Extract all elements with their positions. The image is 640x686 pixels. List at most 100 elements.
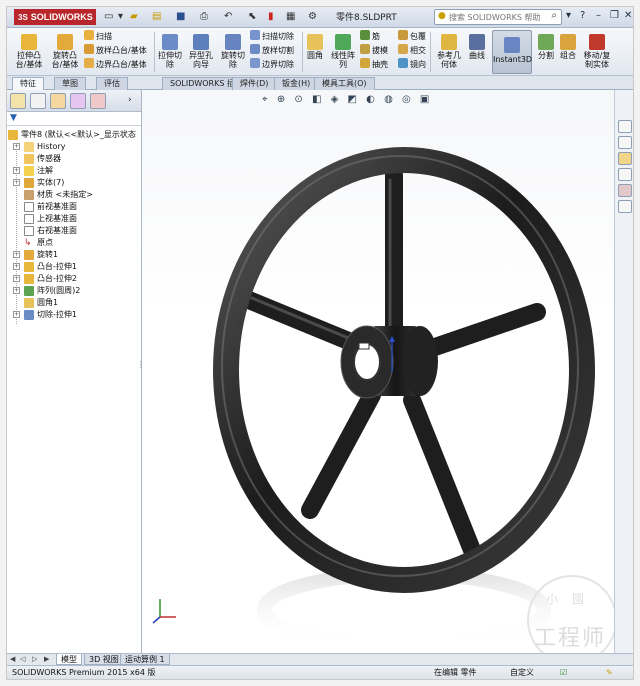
restore-icon[interactable]: ❐ <box>610 10 619 21</box>
lofted-cut-button[interactable]: 放样切割 <box>250 44 294 57</box>
boundary-boss-button[interactable]: 边界凸台/基体 <box>84 58 147 71</box>
open-folder-icon[interactable]: ▤ <box>152 10 161 24</box>
loft-button[interactable]: 放样凸台/基体 <box>84 44 147 57</box>
extrude-cut-button[interactable]: 拉伸切除 <box>156 34 184 69</box>
tree-root[interactable]: 零件8 (默认<<默认>_显示状态 <box>6 129 141 141</box>
options-icon[interactable]: ⚙ <box>308 10 317 24</box>
save-icon[interactable]: ■ <box>176 10 185 24</box>
ref-geometry-button[interactable]: 参考几何体 <box>434 34 464 69</box>
display-manager-tab-icon[interactable] <box>90 93 106 109</box>
minimize-icon[interactable]: – <box>596 10 601 21</box>
tree-item-solid-bodies[interactable]: + 实体(7) <box>6 177 141 189</box>
expand-toggle[interactable]: + <box>13 143 20 150</box>
close-icon[interactable]: ✕ <box>624 10 632 21</box>
panel-expand-icon[interactable]: › <box>128 95 132 105</box>
tree-item-fillet1[interactable]: 圆角1 <box>6 297 141 309</box>
print-icon[interactable]: ⎙ <box>200 10 208 24</box>
feature-tree-tab-icon[interactable] <box>10 93 26 109</box>
tab-model[interactable]: 模型 <box>56 654 82 665</box>
tab-sketch[interactable]: 草图 <box>54 77 86 90</box>
tree-item-annotations[interactable]: + 注解 <box>6 165 141 177</box>
units-label[interactable]: 自定义 <box>510 666 534 680</box>
new-dropdown-icon[interactable]: ▾ <box>118 10 123 24</box>
solidworks-resources-icon[interactable] <box>618 120 632 133</box>
tree-item-material[interactable]: 材质 <未指定> <box>6 189 141 201</box>
solidworks-logo[interactable]: 3S SOLIDWORKS <box>14 9 96 25</box>
configuration-tab-icon[interactable] <box>50 93 66 109</box>
handwheel-model[interactable] <box>142 90 614 653</box>
hole-wizard-button[interactable]: 异型孔向导 <box>186 34 216 69</box>
next-tab-arrow-icon[interactable]: ▷ <box>32 654 37 665</box>
tree-item-boss-extrude1[interactable]: + 凸台-拉伸1 <box>6 261 141 273</box>
tree-item-origin[interactable]: ↳ 原点 <box>6 237 141 249</box>
custom-properties-icon[interactable] <box>618 200 632 213</box>
tree-item-revolve1[interactable]: + 旋转1 <box>6 249 141 261</box>
expand-toggle[interactable]: + <box>13 275 20 282</box>
mirror-button[interactable]: 镜向 <box>398 58 426 71</box>
quick-tips-icon[interactable]: ✎ <box>606 666 613 680</box>
design-library-icon[interactable] <box>618 136 632 149</box>
tab-sheetmetal[interactable]: 钣金(H) <box>274 77 319 90</box>
tree-item-top-plane[interactable]: 上视基准面 <box>6 213 141 225</box>
wrap-button[interactable]: 包覆 <box>398 30 426 43</box>
expand-toggle[interactable]: + <box>13 311 20 318</box>
help-icon[interactable]: ? <box>580 10 585 21</box>
linear-pattern-button[interactable]: 线性阵列 <box>328 34 358 69</box>
sweep-button[interactable]: 扫描 <box>84 30 112 43</box>
rebuild-status-icon[interactable]: ☑ <box>560 666 567 680</box>
rib-button[interactable]: 筋 <box>360 30 380 43</box>
tree-item-sensors[interactable]: 传感器 <box>6 153 141 165</box>
search-dropdown-icon[interactable]: ▾ <box>566 10 571 21</box>
undo-icon[interactable]: ↶ <box>224 10 232 24</box>
rebuild-icon[interactable]: ▮ <box>268 10 274 24</box>
revolve-cut-button[interactable]: 旋转切除 <box>218 34 248 69</box>
open-icon[interactable]: ▰ <box>130 10 138 24</box>
tab-weldments[interactable]: 焊件(D) <box>232 77 277 90</box>
expand-toggle[interactable]: + <box>13 251 20 258</box>
search-box[interactable]: ● ⌕ <box>434 9 562 25</box>
fillet-button[interactable]: 圆角 <box>304 34 326 60</box>
boundary-cut-button[interactable]: 边界切除 <box>250 58 294 71</box>
extrude-boss-button[interactable]: 拉伸凸台/基体 <box>12 34 46 69</box>
select-icon[interactable]: ⬉ <box>248 10 256 24</box>
tree-item-cut-extrude1[interactable]: + 切除-拉伸1 <box>6 309 141 321</box>
tab-features[interactable]: 特征 <box>12 77 44 90</box>
expand-toggle[interactable]: + <box>13 287 20 294</box>
expand-toggle[interactable]: + <box>13 167 20 174</box>
expand-toggle[interactable]: + <box>13 263 20 270</box>
view-palette-icon[interactable] <box>618 168 632 181</box>
split-button[interactable]: 分割 <box>536 34 556 60</box>
draft-button[interactable]: 拔模 <box>360 44 388 57</box>
tab-motion-study[interactable]: 运动算例 1 <box>120 654 170 665</box>
graphics-area[interactable]: ⌖ ⊕ ⊙ ◧ ◈ ◩ ◐ ◍ ◎ ▣ 小國 工程师 <box>142 90 614 653</box>
tree-item-front-plane[interactable]: 前视基准面 <box>6 201 141 213</box>
move-copy-button[interactable]: 移动/复制实体 <box>580 34 614 69</box>
intersect-button[interactable]: 相交 <box>398 44 426 57</box>
tree-item-boss-extrude2[interactable]: + 凸台-拉伸2 <box>6 273 141 285</box>
appearances-icon[interactable] <box>618 184 632 197</box>
tab-mold-tools[interactable]: 模具工具(O) <box>314 77 375 90</box>
tree-item-history[interactable]: + History <box>6 141 141 153</box>
first-tab-arrow-icon[interactable]: ◀ <box>10 654 15 665</box>
tree-item-circular-pattern2[interactable]: + 阵列(圆周)2 <box>6 285 141 297</box>
dimxpert-tab-icon[interactable] <box>70 93 86 109</box>
search-input[interactable] <box>449 11 541 23</box>
tab-3d-views[interactable]: 3D 视图 <box>84 654 124 665</box>
revolve-boss-button[interactable]: 旋转凸台/基体 <box>48 34 82 69</box>
file-explorer-icon[interactable] <box>618 152 632 165</box>
instant3d-button[interactable]: Instant3D <box>492 30 532 74</box>
magnifier-icon[interactable]: ⌕ <box>551 10 557 21</box>
filter-icon[interactable]: ▼ <box>10 113 17 123</box>
shell-button[interactable]: 抽壳 <box>360 58 388 71</box>
property-manager-tab-icon[interactable] <box>30 93 46 109</box>
expand-toggle[interactable]: + <box>13 179 20 186</box>
file-properties-icon[interactable]: ▦ <box>286 10 295 24</box>
tab-evaluate[interactable]: 评估 <box>96 77 128 90</box>
curves-button[interactable]: 曲线 <box>466 34 488 60</box>
last-tab-arrow-icon[interactable]: ▶ <box>44 654 49 665</box>
new-icon[interactable]: ▭ <box>104 10 113 24</box>
prev-tab-arrow-icon[interactable]: ◁ <box>20 654 25 665</box>
tree-item-right-plane[interactable]: 右视基准面 <box>6 225 141 237</box>
combine-button[interactable]: 组合 <box>558 34 578 60</box>
swept-cut-button[interactable]: 扫描切除 <box>250 30 294 43</box>
